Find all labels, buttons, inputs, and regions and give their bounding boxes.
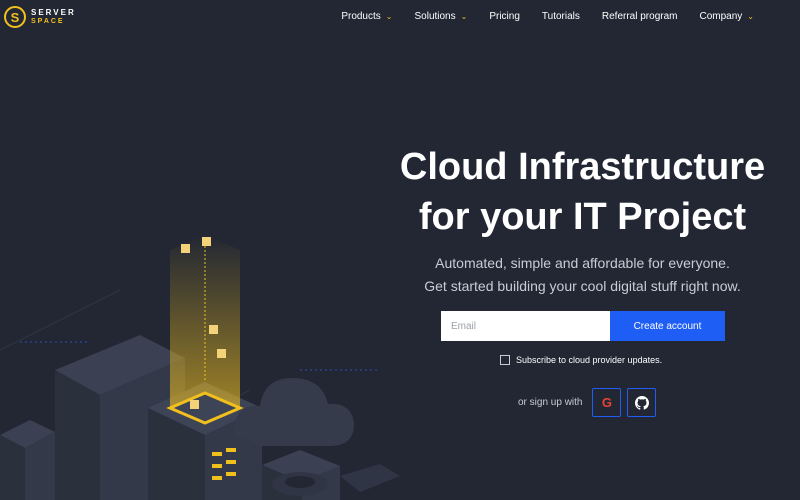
nav-item-label: Referral program <box>601 11 678 22</box>
site-header: S SERVER SPACE Products ⌄ Solutions ⌄ Pr… <box>0 0 800 36</box>
nav-item-solutions[interactable]: Solutions ⌄ <box>414 11 467 22</box>
cube-icon <box>202 237 211 246</box>
github-icon <box>634 395 649 410</box>
nav-item-label: Company <box>699 11 743 22</box>
subscribe-checkbox[interactable] <box>500 355 510 365</box>
subscribe-option[interactable]: Subscribe to cloud provider updates. <box>500 355 662 365</box>
hero-subtitle-line-2: Get started building your cool digital s… <box>424 278 741 294</box>
github-signup-button[interactable] <box>627 388 657 417</box>
nav-item-label: Tutorials <box>541 11 580 22</box>
nav-item-tutorials[interactable]: Tutorials <box>542 11 580 22</box>
main-nav: Products ⌄ Solutions ⌄ Pricing Tutorials… <box>319 11 754 22</box>
chevron-down-icon: ⌄ <box>460 12 468 21</box>
cube-icon <box>181 244 190 253</box>
hero-title-line-1: Cloud Infrastructure <box>399 146 766 188</box>
social-signup-label: or sign up with <box>518 397 583 408</box>
cube-icon <box>217 349 226 358</box>
google-icon: G <box>601 395 613 410</box>
brand-logo[interactable]: S SERVER SPACE <box>4 6 76 28</box>
hero-title-line-2: for your IT Project <box>418 196 747 238</box>
nav-item-label: Solutions <box>414 11 456 22</box>
cube-icon <box>190 400 199 409</box>
chevron-down-icon: ⌄ <box>385 12 393 21</box>
logo-word-space: SPACE <box>31 18 65 25</box>
create-account-button[interactable]: Create account <box>610 311 725 341</box>
cube-icon <box>209 325 218 334</box>
chevron-down-icon: ⌄ <box>747 12 754 21</box>
subscribe-label: Subscribe to cloud provider updates. <box>516 355 663 365</box>
nav-item-pricing[interactable]: Pricing <box>489 11 520 22</box>
hero-subtitle-line-1: Automated, simple and affordable for eve… <box>435 255 730 271</box>
email-field[interactable] <box>441 311 610 341</box>
nav-item-label: Products <box>341 11 381 22</box>
logo-mark-icon: S <box>4 6 26 28</box>
logo-word-server: SERVER <box>31 8 76 17</box>
hero-subtitle: Automated, simple and affordable for eve… <box>380 252 785 298</box>
nav-item-company[interactable]: Company ⌄ <box>699 11 754 22</box>
nav-item-referral-program[interactable]: Referral program <box>602 11 678 22</box>
logo-text: SERVER SPACE <box>31 8 76 26</box>
google-signup-button[interactable]: G <box>592 388 622 417</box>
hero-title: Cloud Infrastructure for your IT Project <box>365 142 800 242</box>
disk-icon <box>272 464 400 496</box>
signup-form: Create account <box>441 311 725 341</box>
cloud-icon <box>234 378 354 446</box>
social-signup: or sign up with G <box>518 388 662 417</box>
nav-item-label: Pricing <box>489 11 520 22</box>
nav-item-products[interactable]: Products ⌄ <box>341 11 392 22</box>
